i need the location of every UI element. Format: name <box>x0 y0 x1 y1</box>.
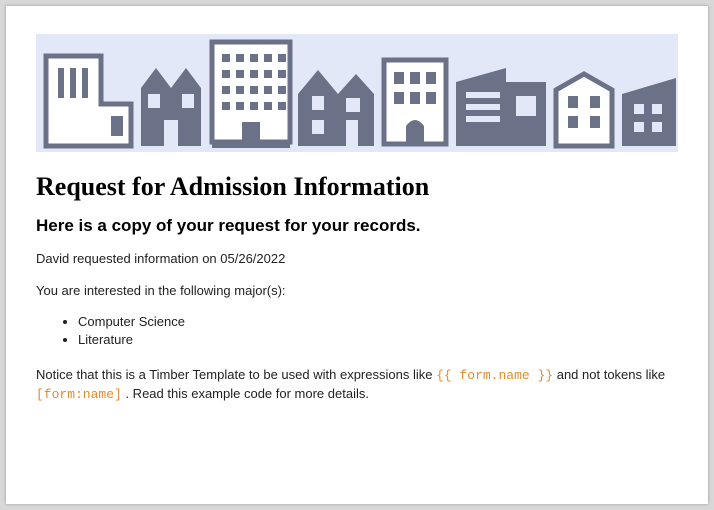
list-item: Literature <box>78 331 678 349</box>
list-item: Computer Science <box>78 313 678 331</box>
notice-text: Notice that this is a Timber Template to… <box>36 367 436 382</box>
notice-paragraph: Notice that this is a Timber Template to… <box>36 366 678 403</box>
request-line: David requested information on 05/26/202… <box>36 250 678 268</box>
code-expression: {{ form.name }} <box>436 368 553 383</box>
viewport: Request for Admission Information Here i… <box>0 0 714 510</box>
majors-intro: You are interested in the following majo… <box>36 282 678 300</box>
notice-text: and not tokens like <box>557 367 665 382</box>
document-page: Request for Admission Information Here i… <box>6 6 708 504</box>
document-subtitle: Here is a copy of your request for your … <box>36 216 678 236</box>
code-token: [form:name] <box>36 387 122 402</box>
notice-text: . Read this example code for more detail… <box>125 386 369 401</box>
cityscape-illustration <box>36 34 678 152</box>
cityscape-banner <box>36 34 678 152</box>
majors-list: Computer Science Literature <box>36 313 678 348</box>
document-title: Request for Admission Information <box>36 172 678 202</box>
